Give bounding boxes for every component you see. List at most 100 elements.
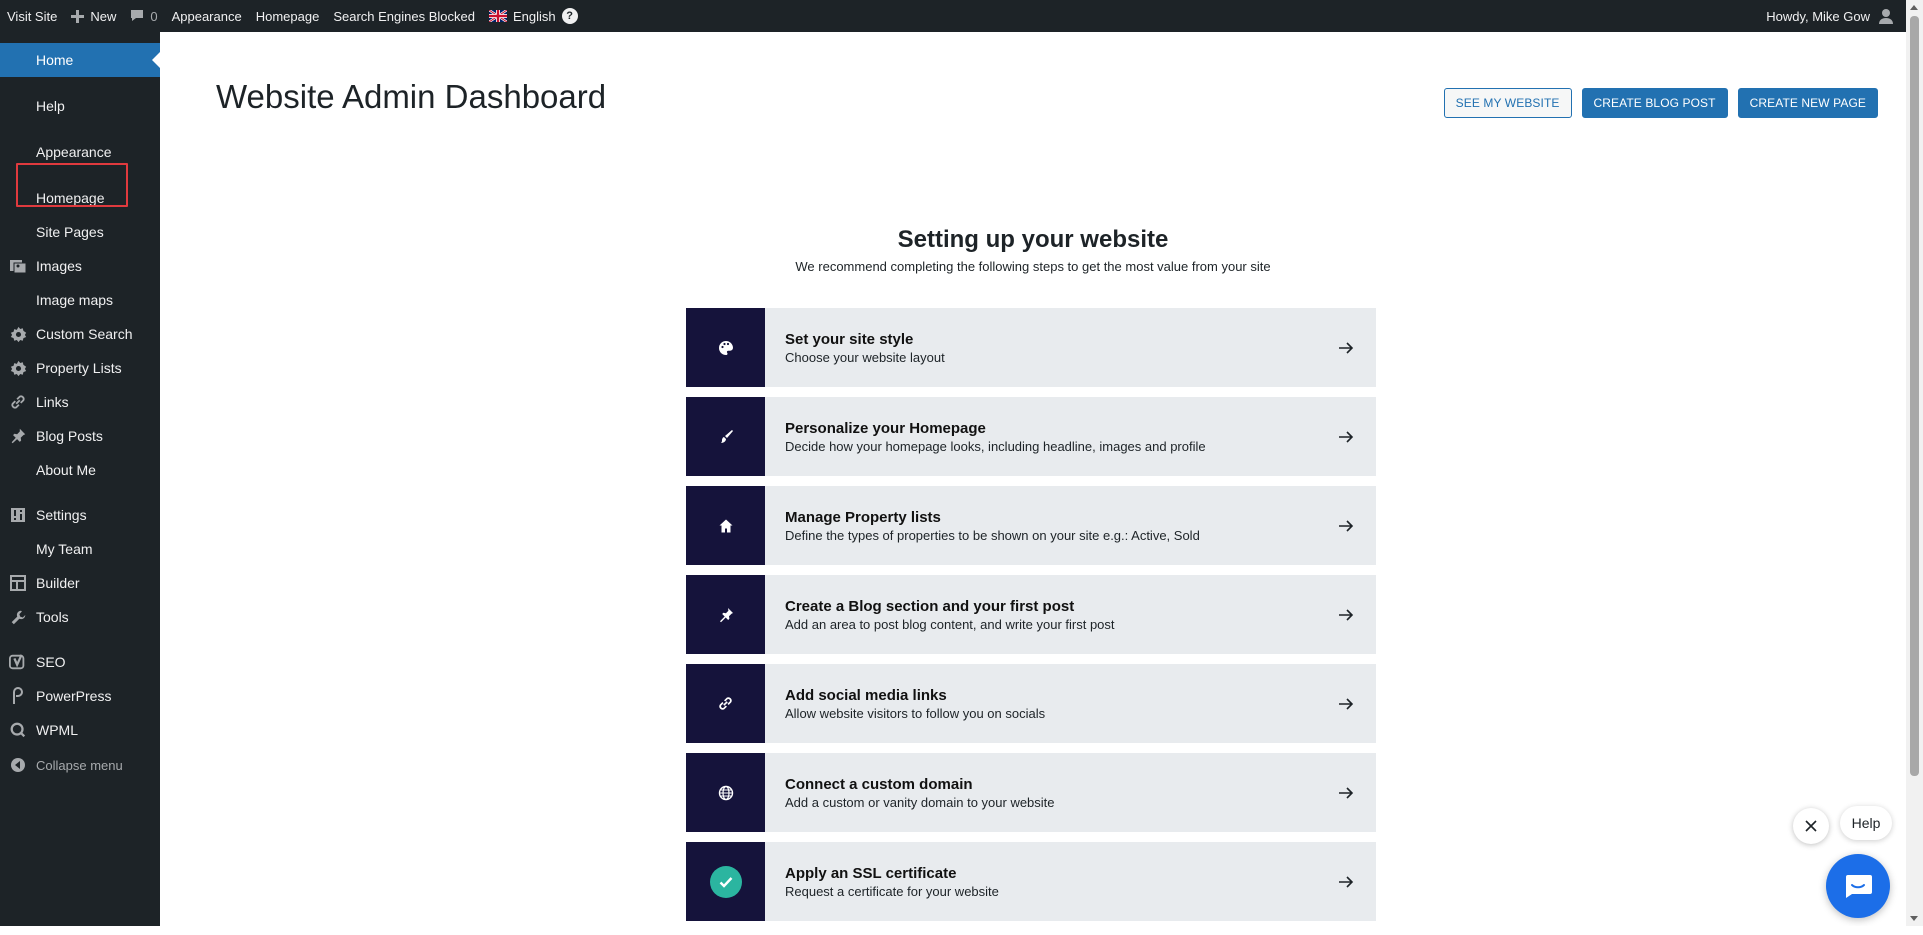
gear-icon: [0, 360, 36, 377]
step-text: Manage Property lists Define the types o…: [765, 509, 1316, 543]
step-desc: Request a certificate for your website: [785, 883, 999, 899]
language-label: English: [512, 8, 556, 24]
sidebar-item-tools[interactable]: Tools: [0, 600, 160, 634]
sidebar-item-my-team[interactable]: My Team: [0, 532, 160, 566]
sidebar-item-settings[interactable]: Settings: [0, 498, 160, 532]
comments-link[interactable]: 0: [123, 0, 164, 32]
link-icon: [0, 393, 36, 411]
setup-step-social-links[interactable]: Add social media links Allow website vis…: [686, 664, 1376, 743]
sidebar-item-label: Links: [36, 394, 69, 410]
wpml-icon: [0, 721, 36, 739]
page-scrollbar[interactable]: [1906, 0, 1923, 926]
chat-icon: [1846, 875, 1872, 898]
step-desc: Define the types of properties to be sho…: [785, 527, 1200, 543]
admin-bar: Visit Site New 0 Appearance Homepage Sea…: [0, 0, 1906, 32]
sidebar-item-site-pages[interactable]: Site Pages: [0, 215, 160, 249]
setup-step-custom-domain[interactable]: Connect a custom domain Add a custom or …: [686, 753, 1376, 832]
setup-step-ssl-certificate[interactable]: Apply an SSL certificate Request a certi…: [686, 842, 1376, 921]
sidebar-item-powerpress[interactable]: PowerPress: [0, 679, 160, 713]
help-close-button[interactable]: [1793, 808, 1829, 844]
search-engines-label: Search Engines Blocked: [333, 8, 475, 24]
step-title: Set your site style: [785, 330, 914, 348]
sidebar-item-label: Image maps: [36, 292, 114, 308]
sidebar-item-label: Settings: [36, 507, 87, 523]
howdy-label: Howdy, Mike Gow: [1766, 8, 1870, 24]
admin-sidebar: Home Help Appearance Homepage Site Pages…: [0, 32, 160, 926]
arrow-right-icon: [1316, 875, 1376, 889]
step-text: Add social media links Allow website vis…: [765, 687, 1316, 721]
step-icon-box: [686, 842, 765, 921]
pin-icon: [686, 575, 765, 654]
sidebar-item-appearance[interactable]: Appearance: [0, 135, 160, 169]
arrow-right-icon: [1316, 519, 1376, 533]
sidebar-item-image-maps[interactable]: Image maps: [0, 283, 160, 317]
sidebar-item-label: About Me: [36, 462, 96, 478]
create-new-page-button[interactable]: CREATE NEW PAGE: [1737, 88, 1878, 118]
main-content: Website Admin Dashboard SEE MY WEBSITE C…: [160, 32, 1906, 926]
sidebar-item-label: Collapse menu: [36, 757, 123, 773]
images-icon: [0, 258, 36, 274]
collapse-menu-button[interactable]: Collapse menu: [0, 748, 160, 782]
see-my-website-button[interactable]: SEE MY WEBSITE: [1443, 88, 1572, 118]
scroll-up-arrow-icon[interactable]: [1910, 5, 1918, 10]
sidebar-item-homepage[interactable]: Homepage: [0, 181, 160, 215]
sidebar-item-about-me[interactable]: About Me: [0, 453, 160, 487]
top-actions: SEE MY WEBSITE CREATE BLOG POST CREATE N…: [1443, 88, 1878, 118]
comments-count: 0: [150, 8, 158, 24]
sidebar-item-label: SEO: [36, 654, 66, 670]
step-title: Connect a custom domain: [785, 775, 973, 793]
sidebar-item-label: Custom Search: [36, 326, 133, 342]
sidebar-item-label: Site Pages: [36, 224, 104, 240]
brush-icon: [686, 397, 765, 476]
step-text: Personalize your Homepage Decide how you…: [765, 420, 1316, 454]
sidebar-item-label: PowerPress: [36, 688, 112, 704]
question-icon[interactable]: ?: [561, 8, 578, 24]
setup-step-blog-section[interactable]: Create a Blog section and your first pos…: [686, 575, 1376, 654]
globe-icon: [686, 753, 765, 832]
appearance-label: Appearance: [171, 8, 242, 24]
sidebar-item-label: My Team: [36, 541, 93, 557]
homepage-link[interactable]: Homepage: [249, 0, 327, 32]
setup-step-site-style[interactable]: Set your site style Choose your website …: [686, 308, 1376, 387]
help-chat-button[interactable]: [1826, 854, 1890, 918]
step-text: Connect a custom domain Add a custom or …: [765, 776, 1316, 810]
appearance-link[interactable]: Appearance: [165, 0, 249, 32]
sidebar-item-wpml[interactable]: WPML: [0, 713, 160, 747]
arrow-right-icon: [1316, 786, 1376, 800]
sidebar-item-label: Blog Posts: [36, 428, 103, 444]
step-desc: Decide how your homepage looks, includin…: [785, 438, 1206, 454]
sidebar-item-seo[interactable]: SEO: [0, 645, 160, 679]
help-bubble[interactable]: Help: [1840, 806, 1892, 840]
builder-icon: [0, 575, 36, 591]
setup-subtitle: We recommend completing the following st…: [795, 259, 1271, 274]
setup-step-property-lists[interactable]: Manage Property lists Define the types o…: [686, 486, 1376, 565]
step-title: Manage Property lists: [785, 508, 941, 526]
sidebar-item-help[interactable]: Help: [0, 89, 160, 123]
sidebar-item-property-lists[interactable]: Property Lists: [0, 351, 160, 385]
gear-icon: [0, 326, 36, 343]
step-text: Apply an SSL certificate Request a certi…: [765, 865, 1316, 899]
step-desc: Choose your website layout: [785, 349, 945, 365]
sidebar-item-links[interactable]: Links: [0, 385, 160, 419]
visit-site-label: Visit Site: [7, 8, 58, 24]
language-switcher[interactable]: English ?: [482, 0, 585, 32]
visit-site-link[interactable]: Visit Site: [0, 0, 64, 32]
sidebar-item-custom-search[interactable]: Custom Search: [0, 317, 160, 351]
sidebar-item-blog-posts[interactable]: Blog Posts: [0, 419, 160, 453]
sidebar-item-home[interactable]: Home: [0, 43, 160, 77]
search-engines-blocked-link[interactable]: Search Engines Blocked: [326, 0, 482, 32]
palette-icon: [686, 308, 765, 387]
account-menu[interactable]: Howdy, Mike Gow: [1759, 0, 1906, 32]
scroll-thumb[interactable]: [1910, 16, 1919, 776]
sidebar-item-images[interactable]: Images: [0, 249, 160, 283]
new-content-link[interactable]: New: [64, 0, 123, 32]
setup-title: Setting up your website: [897, 226, 1169, 253]
step-desc: Allow website visitors to follow you on …: [785, 705, 1046, 721]
setup-step-personalize-homepage[interactable]: Personalize your Homepage Decide how you…: [686, 397, 1376, 476]
arrow-right-icon: [1316, 608, 1376, 622]
check-circle-icon: [709, 865, 742, 898]
sidebar-item-label: Tools: [36, 609, 69, 625]
scroll-down-arrow-icon[interactable]: [1910, 916, 1918, 921]
create-blog-post-button[interactable]: CREATE BLOG POST: [1581, 88, 1728, 118]
sidebar-item-builder[interactable]: Builder: [0, 566, 160, 600]
